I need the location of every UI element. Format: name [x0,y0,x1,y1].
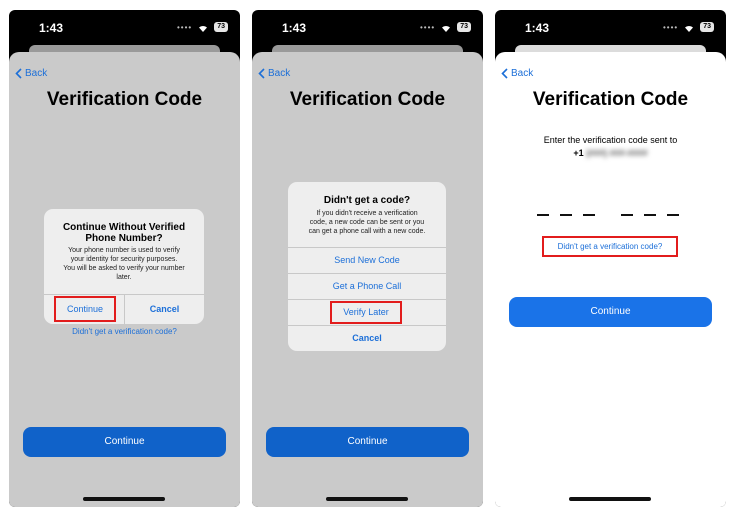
home-indicator [569,497,651,501]
sheet-message-line3: can get a phone call with a new code. [308,228,426,235]
phone-screen-2: 1:43 •••• 73 Back Verification Code Didn… [252,10,483,507]
alert-continue-button[interactable]: Continue [54,296,116,322]
code-input[interactable] [533,210,687,220]
signal-icon: •••• [177,22,193,32]
sheet: Back Verification Code Didn't get a code… [252,52,483,507]
battery-icon: 73 [700,22,714,32]
back-label: Back [511,68,534,79]
code-digit-slot [644,214,656,216]
didnt-get-code-sheet: Didn't get a code? If you didn't receive… [288,182,446,351]
status-bar: 1:43 •••• 73 [495,10,726,44]
sheet-message-line2: code, a new code can be sent or you [309,219,425,226]
alert-cancel-button[interactable]: Cancel [125,298,204,320]
signal-icon: •••• [420,22,436,32]
status-bar: 1:43 •••• 73 [9,10,240,44]
phone-screen-3: 1:43 •••• 73 Back Verification Code Ente… [495,10,726,507]
alert-message-line4: later. [116,274,132,281]
status-time: 1:43 [39,21,64,35]
back-label: Back [268,68,291,79]
sheet-title: Didn't get a code? [323,195,411,206]
alert-title-line1: Continue Without Verified [62,222,186,233]
phone-country-code: +1 [573,148,584,158]
alert-message-line3: You will be asked to verify your number [63,265,185,272]
back-label: Back [25,68,48,79]
continue-button[interactable]: Continue [266,427,469,457]
wifi-icon [199,25,208,32]
status-time: 1:43 [525,21,550,35]
status-time: 1:43 [282,21,307,35]
didnt-get-code-link[interactable]: Didn't get a verification code? [542,236,678,257]
chevron-left-icon [258,68,265,79]
signal-icon: •••• [663,22,679,32]
get-phone-call-button[interactable]: Get a Phone Call [288,274,446,299]
sheet: Back Verification Code Continue Without … [9,52,240,507]
code-digit-slot [583,214,595,216]
wifi-icon [685,25,694,32]
phone-number-blurred: (###) ###-#### [586,148,648,158]
home-indicator [83,497,165,501]
home-indicator [326,497,408,501]
sheet-divider [288,299,446,300]
code-digit-slot [560,214,572,216]
sheet-message-line1: If you didn't receive a verification [316,210,418,217]
phone-number: +1 (###) ###-#### [495,148,726,158]
sheet-cancel-button[interactable]: Cancel [288,326,446,351]
sheet: Back Verification Code Enter the verific… [495,52,726,507]
back-button[interactable]: Back [15,68,47,79]
code-digit-slot [537,214,549,216]
continue-without-verify-alert: Continue Without Verified Phone Number? … [44,209,204,324]
chevron-left-icon [15,68,22,79]
verification-prompt: Enter the verification code sent to [543,135,678,145]
chevron-left-icon [501,68,508,79]
continue-button[interactable]: Continue [509,297,712,327]
wifi-icon [442,25,451,32]
send-new-code-button[interactable]: Send New Code [288,248,446,273]
back-button[interactable]: Back [501,68,533,79]
alert-title-line2: Phone Number? [85,233,163,244]
code-digit-slot [667,214,679,216]
back-button[interactable]: Back [258,68,290,79]
status-bar: 1:43 •••• 73 [252,10,483,44]
alert-message-line2: your identity for security purposes. [70,256,178,263]
battery-icon: 73 [214,22,228,32]
battery-icon: 73 [457,22,471,32]
page-title: Verification Code [289,89,446,110]
page-title: Verification Code [46,89,203,110]
phone-screen-1: 1:43 •••• 73 Back Verification Code Cont… [9,10,240,507]
alert-message-line1: Your phone number is used to verify [68,247,180,254]
code-digit-slot [621,214,633,216]
page-title: Verification Code [532,89,689,110]
didnt-get-code-link[interactable]: Didn't get a verification code? [9,327,240,336]
continue-button[interactable]: Continue [23,427,226,457]
verify-later-button[interactable]: Verify Later [330,301,402,324]
